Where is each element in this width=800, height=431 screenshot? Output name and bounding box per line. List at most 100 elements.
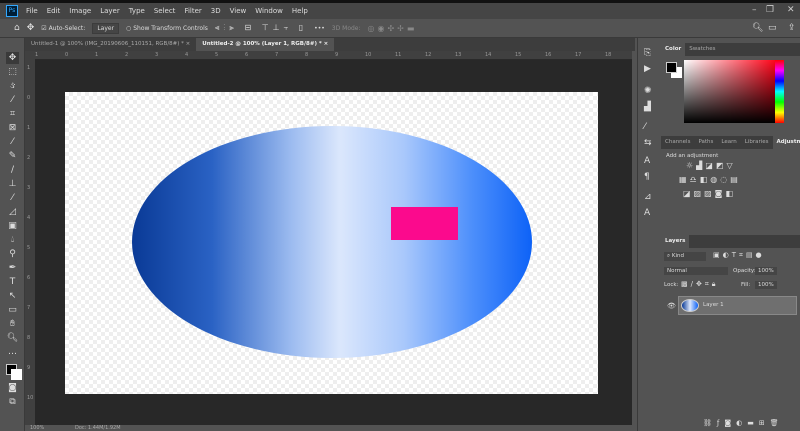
align-icons[interactable]: ⫷⫶⫸ ⊟ ⊤⊥⫟ ▯ [215,23,307,33]
move-tool-icon[interactable]: ✥ [6,52,19,64]
clone-source-icon[interactable]: ⊿ [644,192,652,202]
crop-tool-icon[interactable]: ⌗ [6,108,19,120]
restore-icon[interactable]: ❐ [766,5,774,15]
horizontal-ruler: 1 0 1 2 3 4 5 6 7 8 9 10 11 12 13 14 15 16 17 18 [35,51,632,60]
adjustment-icons-row-1[interactable]: ☼▟◪◩▽ [686,161,736,170]
close-icon[interactable]: ✕ [787,5,795,15]
background-color-swatch[interactable] [11,369,22,380]
tool-presets-icon[interactable]: ⇆ [644,138,652,148]
options-bar: ⌂ ✥ ☑ Auto-Select: Layer ○ Show Transfor… [0,19,800,38]
adjustment-icons-row-3[interactable]: ◪▨▨◙◧ [683,189,736,198]
gradient-tool-icon[interactable]: ▣ [6,220,19,232]
menu-select[interactable]: Select [154,7,176,15]
menu-type[interactable]: Type [129,7,145,15]
blur-tool-icon[interactable]: 💧︎ [6,234,19,246]
eyedropper-icon[interactable]: ⁄ [6,136,19,148]
color-picker-field[interactable] [684,60,777,123]
3d-tools-icons[interactable]: ◎◉✣✢▬ [368,24,418,33]
ruler-label: 7 [275,52,279,58]
menu-filter[interactable]: Filter [184,7,201,15]
actions-play-icon[interactable]: ▶ [644,64,651,74]
menu-view[interactable]: View [230,7,247,15]
menu-file[interactable]: File [26,7,38,15]
brush-tool-icon[interactable]: / [6,164,19,176]
tab-color[interactable]: Color [661,43,686,56]
canvas-area[interactable] [35,60,632,425]
layer-row[interactable]: Layer 1 [678,296,797,315]
paragraph-icon[interactable]: ¶ [644,172,650,182]
ruler-label: 1 [27,125,31,131]
search-icon[interactable]: 🔍︎ [752,23,763,33]
tab-layers[interactable]: Layers [661,235,690,248]
color-panel-header: Color Swatches [661,43,800,56]
histogram-icon[interactable]: ▟ [644,102,651,112]
lock-icons[interactable]: ▩/✥⌗🔒︎ [681,280,719,289]
pen-tool-icon[interactable]: ✒ [6,262,19,274]
stamp-tool-icon[interactable]: ⊥ [6,178,19,190]
layer-thumbnail [681,299,699,312]
glyphs-icon[interactable]: A [644,208,650,218]
tab-untitled-1[interactable]: Untitled-1 @ 100% (IMG_20190606_110151, … [25,38,196,51]
dodge-tool-icon[interactable]: ⚲ [6,248,19,260]
menu-3d[interactable]: 3D [211,7,221,15]
menu-layer[interactable]: Layer [100,7,120,15]
more-icon[interactable]: ••• [314,25,325,32]
screen-mode-icon[interactable]: ⧉ [6,396,19,408]
ruler-label: 14 [485,52,492,58]
menu-window[interactable]: Window [255,7,283,15]
frame-tool-icon[interactable]: ⊠ [6,122,19,134]
more-tools-icon[interactable]: … [6,346,19,358]
zoom-tool-icon[interactable]: 🔍︎ [6,332,19,344]
quick-mask-icon[interactable]: ◙ [6,382,19,394]
adjustment-hint: Add an adjustment [666,153,719,159]
menu-edit[interactable]: Edit [47,7,61,15]
healing-brush-icon[interactable]: ✎ [6,150,19,162]
hand-tool-icon[interactable]: ✋︎ [6,318,19,330]
share-icon[interactable]: ⇪ [788,23,796,33]
fill-field[interactable]: 100% [755,281,777,289]
ruler-label: 7 [27,305,31,311]
hue-slider[interactable] [775,60,784,123]
character-icon[interactable]: A [644,156,650,166]
workspace-icon[interactable]: ▭ [768,23,777,33]
foreground-color[interactable] [666,62,677,73]
blend-mode-dropdown[interactable]: Normal [664,267,728,275]
rectangle-tool-icon[interactable]: ▭ [6,304,19,316]
document-canvas[interactable] [65,92,598,394]
adjustment-icons-row-2[interactable]: ▦♎◧◍◌▤ [679,175,741,184]
type-tool-icon[interactable]: T [6,276,19,288]
tab-swatches[interactable]: Swatches [685,43,719,56]
zoom-level[interactable]: 100% [30,425,44,431]
light-icon[interactable]: ✺ [644,86,652,96]
minimize-icon[interactable]: – [752,5,757,15]
lasso-tool-icon[interactable]: ઙ [6,80,19,92]
path-selection-icon[interactable]: ↖ [6,290,19,302]
home-icon[interactable]: ⌂ [14,23,20,33]
menu-image[interactable]: Image [69,7,91,15]
layer-bottom-icons[interactable]: ⛓ƒ◙◐▬⊞🗑︎ [703,419,784,427]
tab-learn[interactable]: Learn [717,136,740,149]
auto-select-dropdown[interactable]: Layer [92,22,120,34]
tab-paths[interactable]: Paths [694,136,717,149]
move-tool-icon[interactable]: ✥ [27,23,35,33]
eraser-icon[interactable]: ◿ [6,206,19,218]
opacity-label: Opacity: [733,268,756,274]
transform-controls-checkbox[interactable]: ○ Show Transform Controls [126,25,208,32]
ruler-label: 18 [605,52,612,58]
auto-select-checkbox[interactable]: ☑ Auto-Select: [41,25,85,32]
menu-help[interactable]: Help [292,7,308,15]
magic-wand-icon[interactable]: ⁄ [6,94,19,106]
tab-untitled-2[interactable]: Untitled-2 @ 100% (Layer 1, RGB/8#) * × [196,38,335,51]
tab-channels[interactable]: Channels [661,136,694,149]
tab-libraries[interactable]: Libraries [741,136,773,149]
history-icon[interactable]: ⎘ [644,48,651,58]
ruler-label: 9 [335,52,339,58]
tab-adjustments[interactable]: Adjustments [772,136,800,149]
layer-filter-icons[interactable]: ▣◐T⌗▤● [713,251,765,260]
visibility-eye-icon[interactable]: 👁︎ [667,302,676,310]
layer-filter-dropdown[interactable]: ⌕ Kind [664,252,706,261]
brush-settings-icon[interactable]: ⁄ [644,122,646,132]
marquee-tool-icon[interactable]: ⬚ [6,66,19,78]
opacity-field[interactable]: 100% [755,267,777,275]
history-brush-icon[interactable]: ⁄ [6,192,19,204]
